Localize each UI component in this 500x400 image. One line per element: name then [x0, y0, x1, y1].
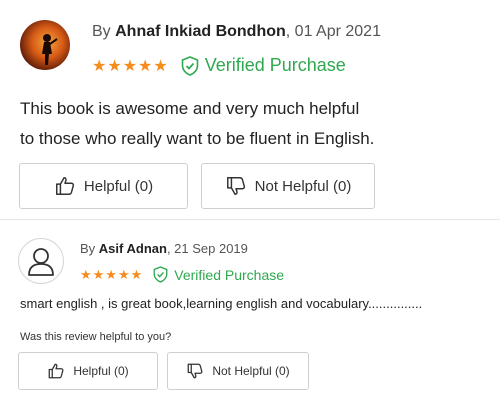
avatar-photo	[42, 34, 58, 65]
star-rating: ★★★★★	[92, 57, 169, 75]
avatar	[20, 20, 70, 70]
shield-check-icon	[181, 55, 199, 76]
review-body: This book is awesome and very much helpf…	[20, 94, 490, 154]
rating-row: ★★★★★ Verified Purchase	[80, 266, 284, 283]
review-body-line: This book is awesome and very much helpf…	[20, 99, 360, 118]
helpful-label: Helpful (0)	[83, 177, 154, 195]
review-byline: By Ahnaf Inkiad Bondhon, 01 Apr 2021	[92, 23, 381, 41]
review-date: , 01 Apr 2021	[285, 23, 381, 40]
helpful-button[interactable]: Helpful (0)	[18, 352, 158, 390]
not-helpful-button[interactable]: Not Helpful (0)	[201, 163, 375, 209]
default-avatar-icon	[28, 248, 54, 276]
not-helpful-label: Not Helpful (0)	[212, 364, 290, 378]
helpful-label: Helpful (0)	[73, 364, 129, 378]
review-body: smart english , is great book,learning e…	[20, 296, 423, 311]
shield-check-icon	[153, 266, 168, 283]
review-byline: By Asif Adnan, 21 Sep 2019	[80, 241, 248, 256]
review-card-2: By Asif Adnan, 21 Sep 2019 ★★★★★ Verifie…	[0, 224, 500, 400]
not-helpful-button[interactable]: Not Helpful (0)	[167, 352, 309, 390]
author-name[interactable]: Asif Adnan	[99, 241, 167, 256]
review-body-line: to those who really want to be fluent in…	[20, 129, 375, 148]
verified-label: Verified Purchase	[174, 266, 285, 283]
avatar	[18, 238, 64, 284]
thumbs-down-icon	[226, 177, 245, 195]
helpful-question: Was this review helpful to you?	[20, 331, 172, 343]
thumbs-down-icon	[187, 363, 203, 379]
review-date: , 21 Sep 2019	[166, 241, 248, 256]
star-rating: ★★★★★	[80, 266, 144, 282]
verified-badge: Verified Purchase	[153, 266, 284, 283]
verified-label: Verified Purchase	[204, 55, 346, 75]
rating-row: ★★★★★ Verified Purchase	[92, 55, 346, 76]
not-helpful-label: Not Helpful (0)	[254, 177, 352, 195]
author-name[interactable]: Ahnaf Inkiad Bondhon	[115, 23, 286, 40]
thumbs-up-icon	[55, 177, 74, 195]
thumbs-up-icon	[48, 363, 64, 379]
helpful-button[interactable]: Helpful (0)	[19, 163, 188, 209]
review-divider	[0, 219, 500, 220]
by-prefix: By	[92, 23, 111, 40]
review-card-1: By Ahnaf Inkiad Bondhon, 01 Apr 2021 ★★★…	[0, 0, 500, 220]
by-prefix: By	[80, 241, 96, 256]
verified-badge: Verified Purchase	[181, 55, 346, 76]
